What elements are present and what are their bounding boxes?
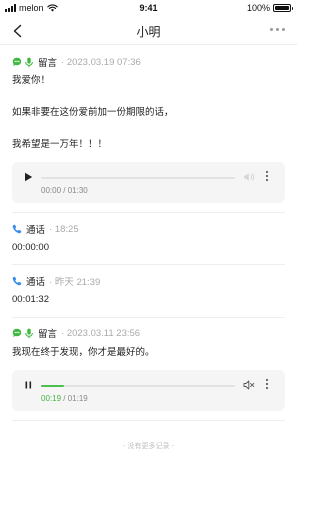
battery-percent: 100%: [246, 3, 270, 13]
record-type: 留言: [38, 58, 58, 69]
audio-player: 00:00 / 01:30: [12, 162, 285, 203]
record-header: 留言 · 2023.03.11 23:56: [12, 326, 285, 340]
audio-total-time: 01:19: [67, 394, 88, 403]
mic-icon: [25, 328, 33, 338]
volume-icon[interactable]: [243, 172, 255, 182]
audio-current-time: 00:00: [41, 186, 62, 195]
audio-options-icon[interactable]: [266, 379, 268, 389]
record-time-value: 2023.03.11 23:56: [66, 327, 141, 339]
audio-options-icon[interactable]: [266, 171, 268, 181]
message-icon: [12, 57, 22, 66]
record-type: 通话: [26, 225, 46, 236]
nav-bar: 小明: [0, 17, 297, 45]
divider: [12, 317, 285, 318]
audio-time: 00:00 / 01:30: [41, 186, 88, 195]
audio-total-time: 01:30: [67, 186, 88, 195]
message-record: 留言 · 2023.03.11 23:56 我现在终于发现，你才是最好的。 00…: [12, 326, 285, 411]
message-text-line: 我希望是一万年！！！: [12, 139, 108, 150]
progress-track[interactable]: [41, 177, 235, 179]
call-record: 通话 · 18:25 00:00:00: [12, 222, 285, 254]
progress-fill: [41, 385, 65, 387]
record-header: 留言 · 2023.03.19 07:36: [12, 55, 285, 69]
mute-icon[interactable]: [243, 380, 255, 390]
record-time: · 昨天 21:39: [49, 277, 101, 288]
audio-time-separator: /: [63, 186, 66, 195]
battery-icon: [273, 4, 293, 12]
record-time: · 2023.03.19 07:36: [61, 56, 141, 68]
audio-time: 00:19 / 01:19: [41, 394, 88, 403]
record-time-value: 18:25: [54, 223, 79, 235]
call-duration: 00:01:32: [12, 294, 49, 305]
message-text-line: 如果非要在这份爱前加一份期限的话，: [12, 107, 174, 118]
play-icon[interactable]: [24, 172, 33, 182]
mic-icon: [25, 57, 33, 67]
pause-icon[interactable]: [24, 380, 33, 390]
status-bar: melon 9:41 100%: [0, 0, 297, 17]
record-type: 通话: [26, 277, 46, 288]
progress-track[interactable]: [41, 385, 235, 387]
record-time-value: 昨天 21:39: [54, 277, 101, 288]
record-type: 留言: [38, 329, 58, 340]
phone-icon: [12, 276, 22, 286]
divider: [12, 264, 285, 265]
audio-current-time: 00:19: [41, 394, 62, 403]
record-header: 通话 · 18:25: [12, 222, 285, 236]
audio-player: 00:19 / 01:19: [12, 370, 285, 411]
message-icon: [12, 328, 22, 337]
divider: [12, 212, 285, 213]
status-right: 100%: [246, 3, 293, 13]
audio-time-separator: /: [63, 394, 66, 403]
message-text-line: 我现在终于发现，你才是最好的。: [12, 347, 155, 358]
call-duration: 00:00:00: [12, 242, 49, 253]
message-record: 留言 · 2023.03.19 07:36 我爱你！ 如果非要在这份爱前加一份期…: [12, 55, 285, 203]
more-icon[interactable]: [270, 28, 285, 31]
divider: [12, 420, 285, 421]
end-of-list-note: - 没有更多记录 -: [123, 443, 174, 450]
record-time: · 18:25: [49, 223, 79, 235]
message-text-line: 我爱你！: [12, 75, 51, 86]
page-title: 小明: [136, 25, 161, 39]
call-record: 通话 · 昨天 21:39 00:01:32: [12, 274, 285, 305]
record-time: · 2023.03.11 23:56: [61, 327, 141, 339]
phone-icon: [12, 224, 22, 234]
record-time-value: 2023.03.19 07:36: [66, 56, 141, 68]
record-header: 通话 · 昨天 21:39: [12, 274, 285, 288]
